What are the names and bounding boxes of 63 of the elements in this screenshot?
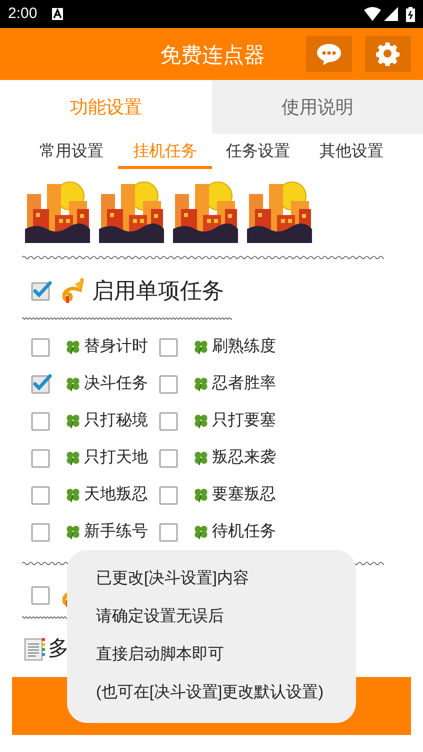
checkbox[interactable] — [30, 410, 52, 432]
list-heading: 多 — [48, 636, 69, 662]
sub-tab[interactable]: 其他设置 — [304, 138, 398, 169]
wifi-icon — [364, 7, 381, 21]
option-label: 只打天地 — [84, 448, 148, 468]
notification-icon — [52, 8, 64, 20]
option-label: 刷熟练度 — [212, 336, 276, 357]
sub-tab[interactable]: 任务设置 — [212, 138, 305, 169]
clover-icon — [193, 376, 209, 392]
main-tab[interactable]: 使用说明 — [212, 80, 423, 134]
option-label: 只打秘境 — [84, 410, 148, 431]
option-label: 忍者胜率 — [212, 374, 276, 394]
checkbox[interactable] — [158, 336, 180, 358]
clover-icon — [193, 339, 209, 355]
section-title: 启用单项任务 — [92, 277, 224, 305]
toast-line: 请确定设置无误后 — [96, 606, 225, 627]
document-icon — [24, 636, 46, 661]
toast-line: 已更改[决斗设置]内容 — [96, 568, 250, 589]
settings-button[interactable] — [365, 36, 411, 72]
city-icon — [173, 179, 238, 243]
option-label: 叛忍来袭 — [212, 448, 276, 468]
signal-icon — [384, 7, 398, 21]
checkbox[interactable] — [158, 484, 180, 506]
clover-icon — [193, 524, 209, 540]
checkbox[interactable] — [30, 373, 52, 395]
checkbox[interactable] — [158, 521, 180, 543]
option-label: 要塞叛忍 — [212, 484, 276, 505]
toast-line: (也可在[决斗设置]更改默认设置) — [96, 682, 325, 703]
clover-icon — [193, 450, 209, 466]
option-label: 替身计时 — [84, 336, 148, 357]
settings-icon — [376, 42, 400, 66]
clover-icon — [65, 413, 81, 429]
chat-button[interactable] — [306, 36, 352, 72]
app-title: 免费连点器 — [160, 43, 265, 69]
city-icon — [25, 179, 90, 243]
checkbox[interactable] — [30, 280, 52, 302]
checkbox[interactable] — [30, 584, 52, 606]
clover-icon — [65, 450, 81, 466]
city-icon — [99, 179, 164, 243]
option-label: 只打要塞 — [212, 410, 276, 431]
clover-icon — [65, 487, 81, 503]
checkbox[interactable] — [30, 521, 52, 543]
clover-icon — [65, 339, 81, 355]
checkbox[interactable] — [30, 447, 52, 469]
checkbox[interactable] — [30, 336, 52, 358]
clover-icon — [193, 487, 209, 503]
checkbox[interactable] — [158, 447, 180, 469]
status-time: 2:00 — [8, 4, 38, 24]
option-label: 新手练号 — [84, 522, 148, 542]
toast-line: 直接启动脚本即可 — [96, 644, 225, 665]
option-label: 待机任务 — [212, 522, 276, 542]
checkbox[interactable] — [158, 410, 180, 432]
clover-icon — [65, 376, 81, 392]
battery-icon — [406, 6, 415, 22]
sub-tab[interactable]: 常用设置 — [25, 138, 118, 169]
city-icon — [247, 179, 312, 243]
clover-icon — [193, 413, 209, 429]
option-label: 决斗任务 — [84, 374, 148, 394]
clover-icon — [65, 524, 81, 540]
option-label: 天地叛忍 — [84, 484, 148, 505]
chat-icon — [316, 43, 342, 65]
checkbox[interactable] — [158, 373, 180, 395]
checkbox[interactable] — [30, 484, 52, 506]
